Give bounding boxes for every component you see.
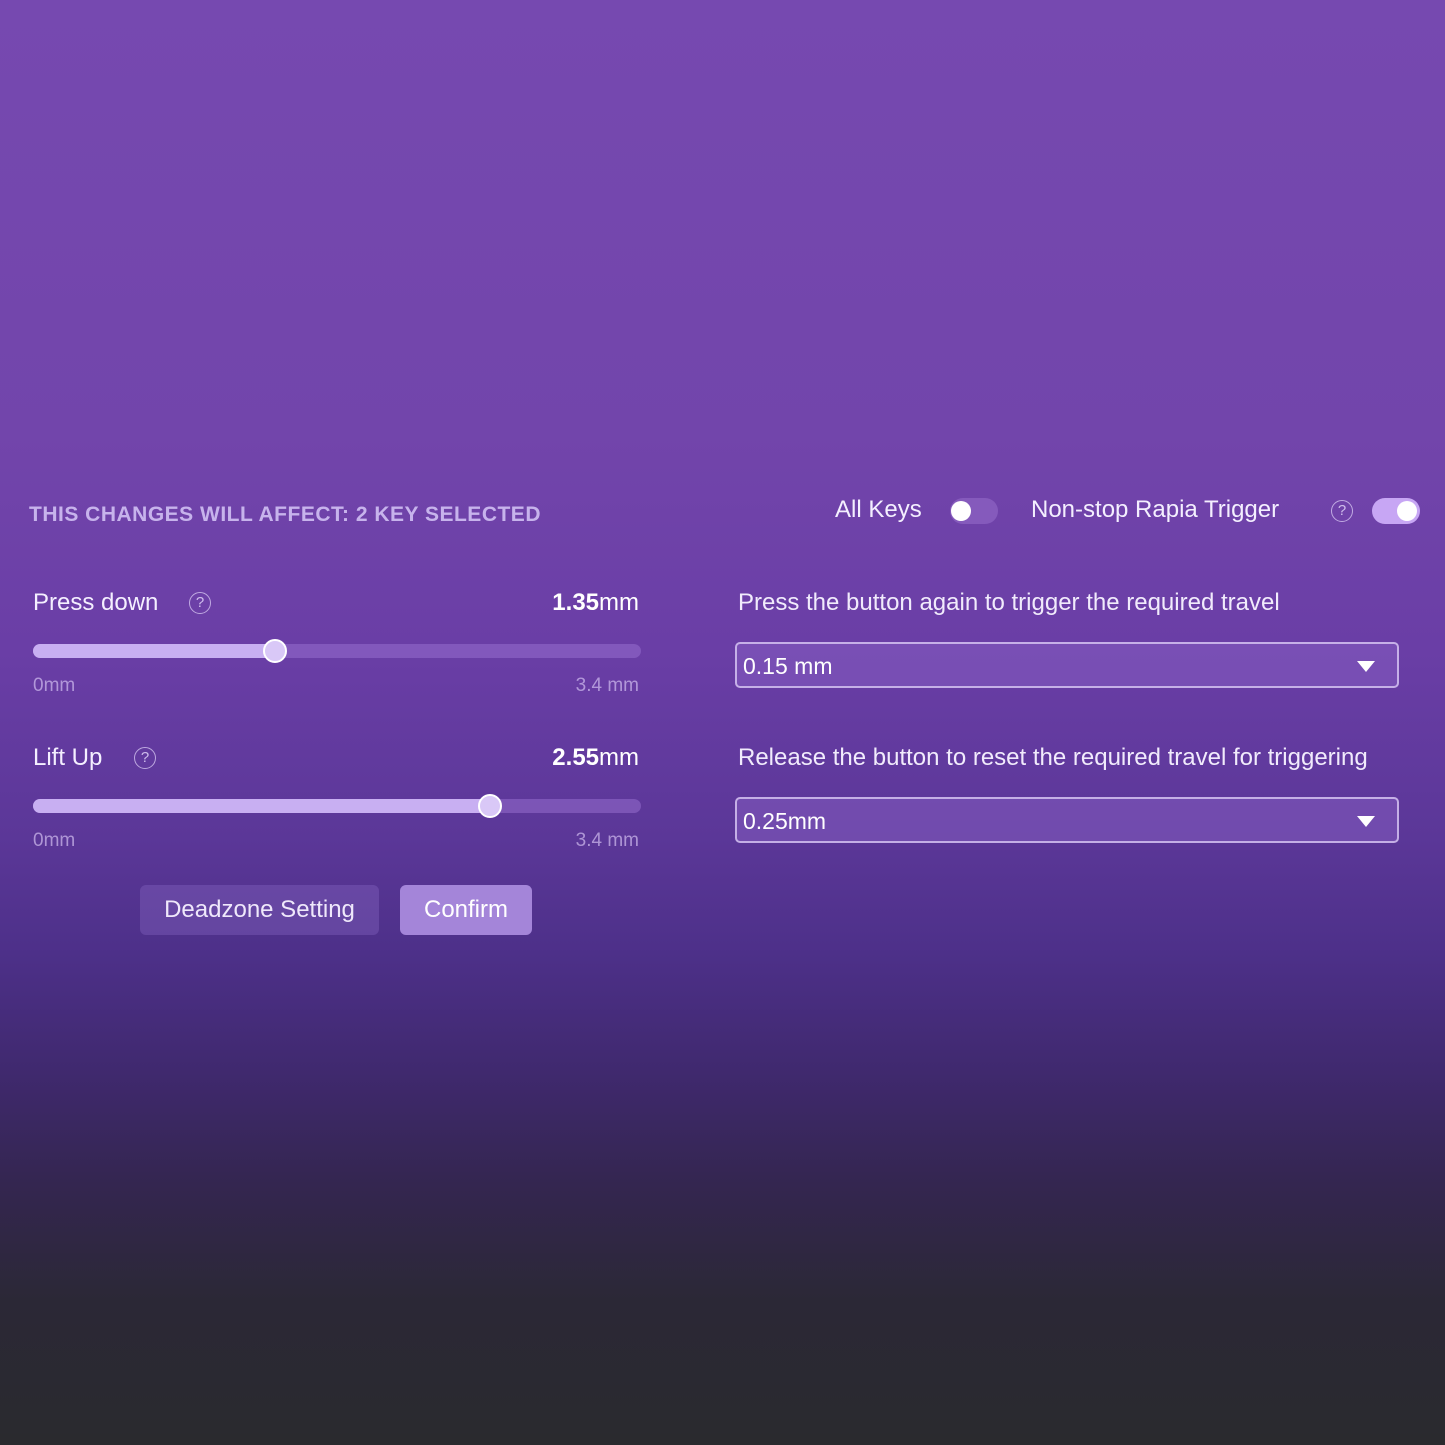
press-down-slider-thumb[interactable] <box>263 639 288 663</box>
affected-keys-notice: THIS CHANGES WILL AFFECT: 2 KEY SELECTED <box>29 503 541 526</box>
rapid-trigger-help-icon[interactable]: ? <box>1331 500 1353 522</box>
chevron-down-icon <box>1357 816 1375 827</box>
lift-up-value: 2.55mm <box>552 744 639 772</box>
press-down-value-number: 1.35 <box>552 589 600 616</box>
lift-up-slider-thumb[interactable] <box>478 794 502 818</box>
press-down-value-unit: mm <box>599 589 639 616</box>
release-travel-select-value: 0.25mm <box>743 808 827 834</box>
release-travel-description: Release the button to reset the required… <box>738 744 1368 771</box>
lift-up-slider[interactable] <box>33 794 641 818</box>
lift-up-max-label: 3.4 mm <box>575 830 639 851</box>
lift-up-label: Lift Up <box>33 744 103 771</box>
press-travel-description: Press the button again to trigger the re… <box>738 589 1280 616</box>
lift-up-slider-fill <box>33 799 489 813</box>
rapid-trigger-label: Non-stop Rapia Trigger <box>1031 496 1280 523</box>
press-travel-select[interactable]: 0.15 mm <box>735 642 1399 688</box>
press-down-slider-fill <box>33 644 275 658</box>
rapid-trigger-toggle[interactable] <box>1372 498 1420 524</box>
deadzone-setting-button[interactable]: Deadzone Setting <box>140 885 379 935</box>
confirm-button[interactable]: Confirm <box>400 885 532 935</box>
press-down-label: Press down <box>33 589 159 616</box>
press-down-max-label: 3.4 mm <box>575 675 639 696</box>
lift-up-help-icon[interactable]: ? <box>134 747 156 769</box>
press-down-value: 1.35mm <box>552 589 639 617</box>
toggle-knob <box>1397 501 1417 521</box>
all-keys-label: All Keys <box>835 496 922 523</box>
toggle-knob <box>951 501 971 521</box>
lift-up-value-unit: mm <box>599 744 639 771</box>
release-travel-select[interactable]: 0.25mm <box>735 797 1399 843</box>
press-down-help-icon[interactable]: ? <box>189 592 211 614</box>
lift-up-min-label: 0mm <box>33 830 76 851</box>
press-down-slider[interactable] <box>33 639 641 663</box>
press-down-min-label: 0mm <box>33 675 76 696</box>
chevron-down-icon <box>1357 661 1375 672</box>
lift-up-value-number: 2.55 <box>552 744 600 771</box>
press-travel-select-value: 0.15 mm <box>743 653 833 679</box>
all-keys-toggle[interactable] <box>950 498 998 524</box>
